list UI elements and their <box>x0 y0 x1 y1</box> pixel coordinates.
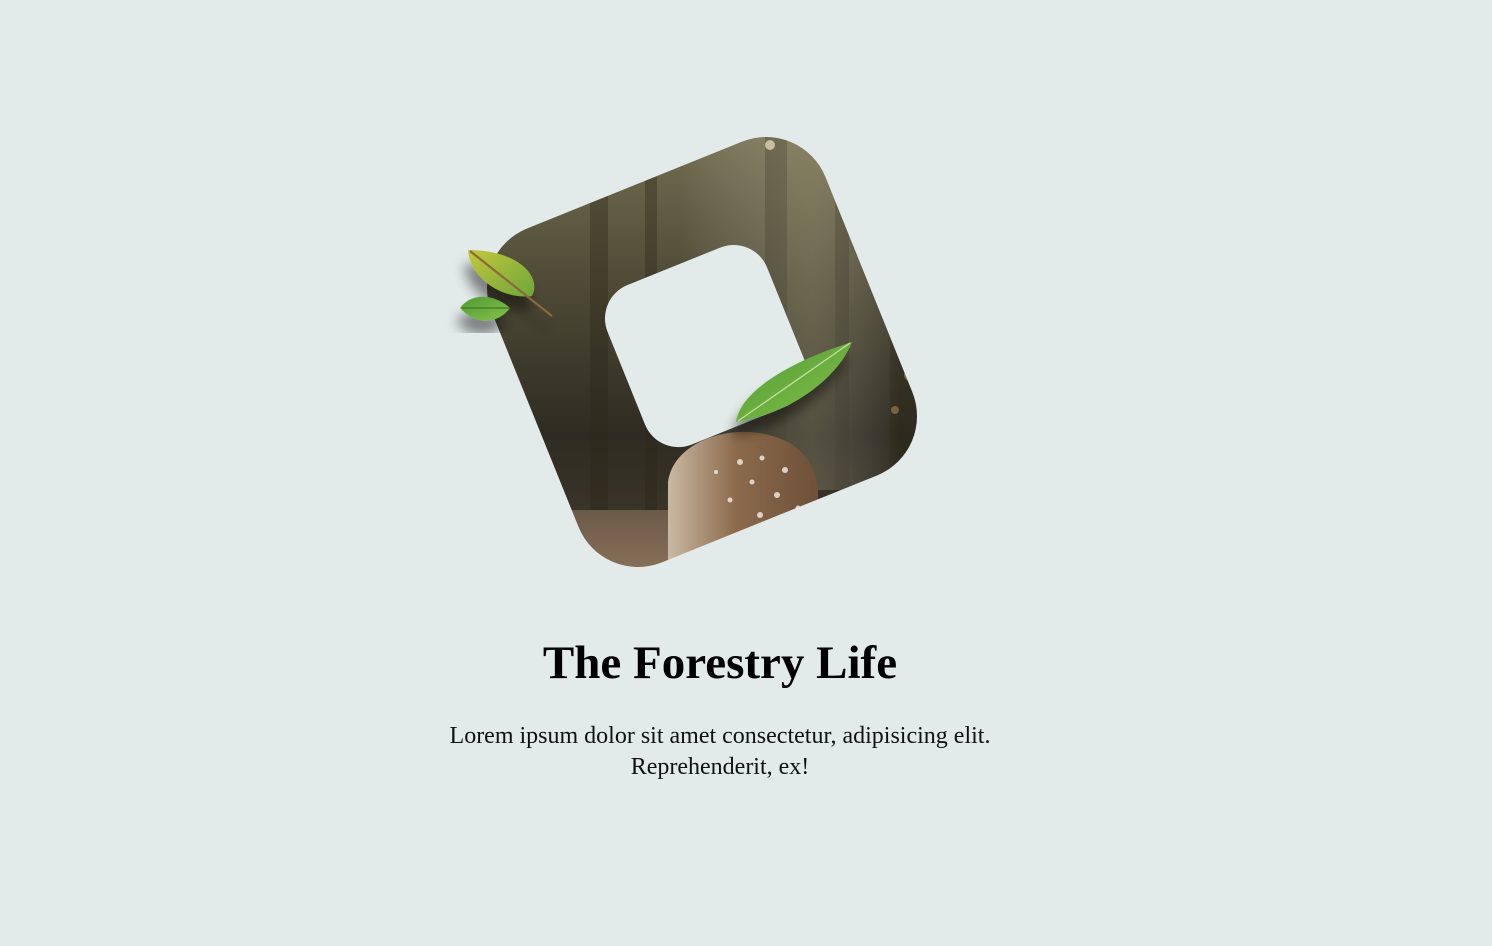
page: The Forestry Life Lorem ipsum dolor sit … <box>0 0 1492 946</box>
hero-photo <box>440 110 980 610</box>
page-title: The Forestry Life <box>542 637 898 689</box>
hero-artwork <box>440 110 980 610</box>
description-text: Lorem ipsum dolor sit amet consectetur, … <box>449 723 991 780</box>
